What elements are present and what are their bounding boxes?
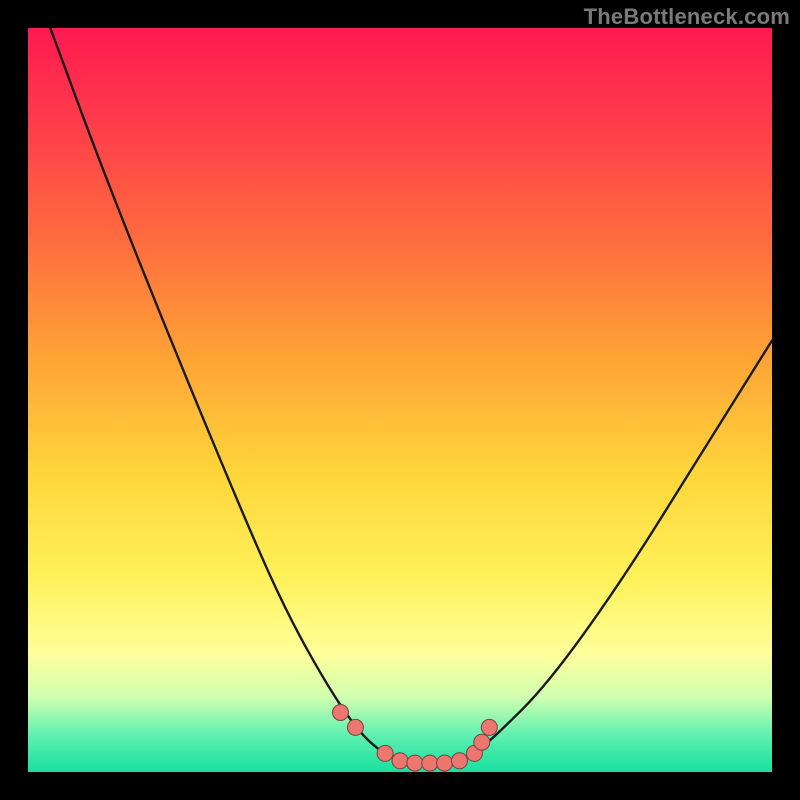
highlight-markers — [333, 705, 498, 772]
marker-point — [377, 745, 393, 761]
marker-point — [437, 755, 453, 771]
marker-point — [407, 755, 423, 771]
marker-point — [333, 705, 349, 721]
marker-point — [422, 755, 438, 771]
chart-frame: TheBottleneck.com — [0, 0, 800, 800]
marker-point — [452, 753, 468, 769]
marker-point — [392, 753, 408, 769]
bottleneck-curve — [50, 28, 772, 765]
marker-point — [474, 734, 490, 750]
plot-area — [28, 28, 772, 772]
marker-point — [481, 719, 497, 735]
marker-point — [347, 719, 363, 735]
curve-layer — [28, 28, 772, 772]
watermark-text: TheBottleneck.com — [584, 4, 790, 30]
